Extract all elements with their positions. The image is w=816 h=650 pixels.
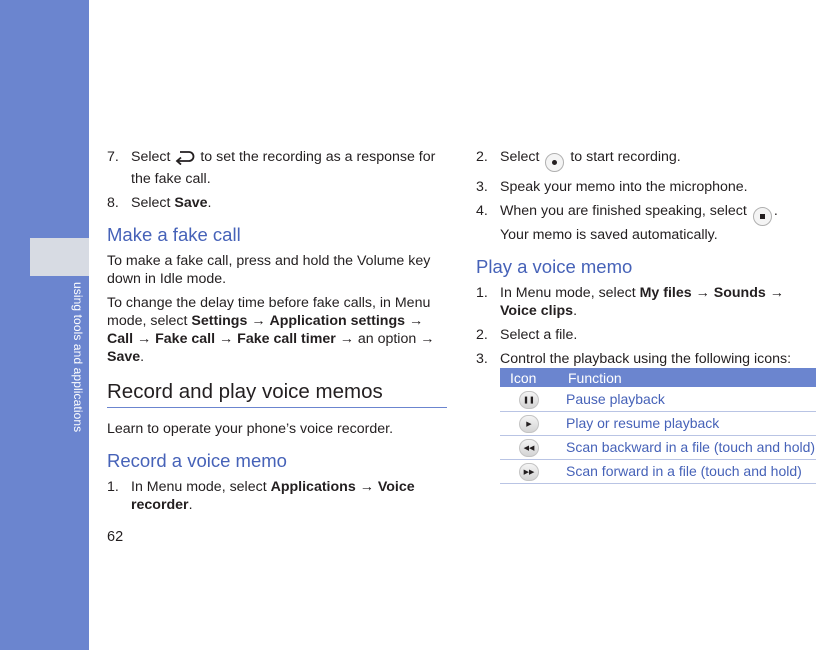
step-text: Control the playback using the following…: [500, 351, 792, 367]
table-row: ❚❚ Pause playback: [500, 387, 816, 412]
text-segment: Your memo is saved automatically.: [500, 227, 718, 243]
play-step-1: 1. In Menu mode, select My files → Sound…: [476, 284, 816, 320]
record-dot-icon: [545, 153, 565, 172]
step-text: Select a file.: [500, 327, 578, 343]
function-text: Scan backward in a file (touch and hold): [558, 435, 816, 460]
fake-call-heading: Make a fake call: [107, 224, 241, 245]
step-text: In Menu mode, select Applications → Voic…: [131, 478, 447, 514]
menu-term: Save: [174, 195, 208, 211]
text-segment: When you are finished speaking, select: [500, 203, 747, 219]
icon-cell: ▶▶: [500, 459, 558, 484]
step-text: Select to set the recording as a respons…: [131, 148, 447, 188]
arrow-glyph: →: [408, 313, 424, 329]
sidebar: using tools and applications: [0, 0, 89, 650]
record-step-3: 3. Speak your memo into the microphone.: [476, 178, 816, 196]
sidebar-section-label: using tools and applications: [71, 282, 85, 433]
menu-term: Sounds: [713, 285, 766, 301]
arrow-glyph: →: [769, 285, 784, 301]
arrow-glyph: →: [251, 313, 266, 329]
play-step-3: 3. Control the playback using the follow…: [476, 350, 816, 368]
menu-term: Save: [107, 349, 141, 365]
step-number: 3.: [476, 179, 488, 195]
header-icon: Icon: [500, 368, 558, 387]
play-step-2: 2. Select a file.: [476, 326, 816, 344]
step-text: When you are finished speaking, select .…: [500, 202, 816, 244]
fake-call-intro: To make a fake call, press and hold the …: [107, 253, 431, 287]
arrow-glyph: →: [219, 331, 234, 347]
text-segment: Select: [500, 149, 540, 165]
menu-term: My files: [639, 285, 692, 301]
record-step-2: 2. Select to start recording.: [476, 148, 816, 172]
right-column: 2. Select to start recording. 3. Speak y…: [476, 148, 816, 374]
text-segment: .: [573, 303, 578, 319]
step-text: Speak your memo into the microphone.: [500, 179, 748, 195]
voice-memos-intro: Learn to operate your phone’s voice reco…: [107, 421, 394, 437]
text-segment: In Menu mode, select: [500, 285, 636, 301]
arrow-glyph: →: [359, 479, 374, 495]
record-step-1: 1. In Menu mode, select Applications → V…: [107, 478, 447, 514]
menu-term: Applications: [270, 479, 356, 495]
voice-memos-heading: Record and play voice memos: [107, 380, 447, 408]
step-number: 7.: [107, 149, 119, 165]
table-row: ▶ Play or resume playback: [500, 411, 816, 436]
stop-square-icon: [752, 207, 772, 226]
icon-cell: ◀◀: [500, 435, 558, 460]
text-segment: an option: [357, 331, 417, 347]
sidebar-tab: [30, 238, 89, 276]
header-function: Function: [558, 368, 816, 387]
text-segment: to start recording.: [570, 149, 681, 165]
step-number: 8.: [107, 195, 119, 211]
step-8: 8. Select Save.: [107, 194, 447, 212]
playback-icons-table: Icon Function ❚❚ Pause playback ▶ Play o…: [500, 368, 816, 484]
play-icon: ▶: [519, 415, 539, 434]
step-text: Select to start recording.: [500, 148, 816, 172]
menu-term: Application settings: [269, 313, 406, 329]
step-number: 2.: [476, 149, 488, 165]
pause-icon: ❚❚: [519, 391, 539, 409]
step-number: 3.: [476, 351, 488, 367]
page-number: 62: [107, 529, 124, 545]
function-text: Pause playback: [558, 387, 816, 412]
fast-forward-icon: ▶▶: [519, 463, 539, 482]
text-segment: .: [140, 349, 145, 365]
text-segment: .: [188, 497, 193, 513]
step-7: 7. Select to set the recording as a resp…: [107, 148, 447, 188]
fake-call-timer-instructions: To change the delay time before fake cal…: [107, 294, 447, 366]
icon-cell: ▶: [500, 411, 558, 436]
function-text: Play or resume playback: [558, 411, 816, 436]
step-text-before: Select: [131, 149, 171, 165]
arrow-glyph: →: [136, 331, 152, 347]
menu-term: Fake call timer: [237, 331, 336, 347]
step-number: 4.: [476, 203, 488, 219]
arrow-glyph: →: [339, 331, 354, 347]
arrow-glyph: →: [695, 285, 710, 301]
play-memo-heading: Play a voice memo: [476, 256, 633, 277]
step-number: 2.: [476, 327, 488, 343]
text-segment: In Menu mode, select: [131, 479, 267, 495]
menu-term: Settings: [191, 313, 248, 329]
table-row: ◀◀ Scan backward in a file (touch and ho…: [500, 435, 816, 460]
table-header-row: Icon Function: [500, 368, 816, 387]
step-text-before: Select: [131, 195, 171, 211]
step-text: Select Save.: [131, 194, 447, 212]
rewind-icon: ◀◀: [519, 439, 539, 458]
back-arrow-icon: [174, 149, 196, 170]
table-row: ▶▶ Scan forward in a file (touch and hol…: [500, 459, 816, 484]
left-column: 7. Select to set the recording as a resp…: [107, 148, 447, 520]
record-step-4: 4. When you are finished speaking, selec…: [476, 202, 816, 244]
menu-term: Voice clips: [500, 303, 574, 319]
text-segment: .: [773, 203, 778, 219]
menu-term: Fake call: [155, 331, 216, 347]
menu-term: Call: [107, 331, 134, 347]
step-number: 1.: [107, 479, 119, 495]
function-text: Scan forward in a file (touch and hold): [558, 459, 816, 484]
icon-cell: ❚❚: [500, 387, 558, 412]
step-text-after: .: [207, 195, 212, 211]
arrow-glyph: →: [420, 331, 435, 347]
step-number: 1.: [476, 285, 488, 301]
record-memo-heading: Record a voice memo: [107, 450, 287, 471]
step-text: In Menu mode, select My files → Sounds →…: [500, 284, 816, 320]
